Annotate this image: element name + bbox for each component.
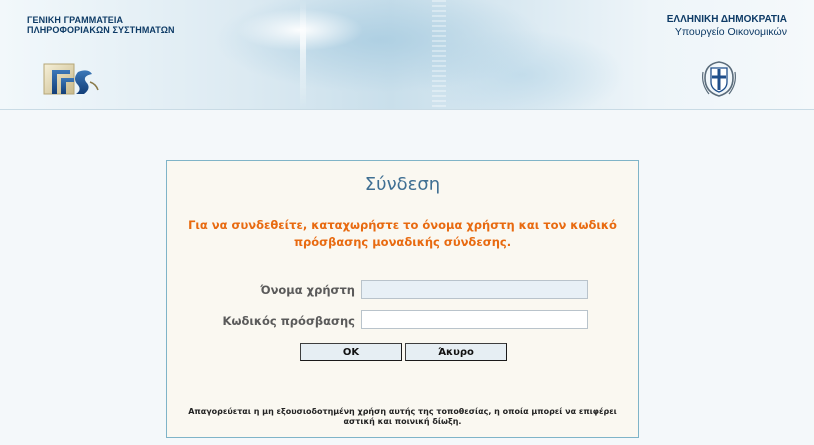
republic-title-line2: Υπουργείο Οικονομικών [674,26,787,38]
greek-coat-of-arms-icon [702,61,736,97]
login-page: ΓΕΝΙΚΗ ΓΡΑΜΜΑΤΕΙΑ ΠΛΗΡΟΦΟΡΙΑΚΩΝ ΣΥΣΤΗΜΑΤ… [0,0,814,445]
password-input[interactable] [361,310,588,329]
cancel-button[interactable]: Άκυρο [405,343,507,361]
gsis-title-line1: ΓΕΝΙΚΗ ΓΡΑΜΜΑΤΕΙΑ [27,15,124,25]
gsis-logo-icon [43,63,99,95]
username-input[interactable] [361,280,588,299]
banner-light-streak [300,0,306,109]
republic-title: ΕΛΛΗΝΙΚΗ ΔΗΜΟΚΡΑΤΙΑ Υπουργείο Οικονομικώ… [667,14,787,39]
login-title: Σύνδεση [364,174,441,195]
password-label: Κωδικός πρόσβασης [222,314,355,328]
ok-button[interactable]: OK [300,343,402,361]
login-panel: Σύνδεση Για να συνδεθείτε, καταχωρήστε τ… [166,160,639,438]
gsis-title-line2: ΠΛΗΡΟΦΟΡΙΑΚΩΝ ΣΥΣΤΗΜΑΤΩΝ [27,25,175,35]
banner-pattern-streak [432,0,446,109]
legal-notice: Απαγορεύεται η μη εξουσιοδοτημένη χρήση … [188,407,617,426]
republic-title-line1: ΕΛΛΗΝΙΚΗ ΔΗΜΟΚΡΑΤΙΑ [666,14,787,25]
username-label: Όνομα χρήστη [260,283,355,297]
header-banner: ΓΕΝΙΚΗ ΓΡΑΜΜΑΤΕΙΑ ΠΛΗΡΟΦΟΡΙΑΚΩΝ ΣΥΣΤΗΜΑΤ… [0,0,814,110]
login-instructions: Για να συνδεθείτε, καταχωρήστε το όνομα … [188,218,617,249]
gsis-title: ΓΕΝΙΚΗ ΓΡΑΜΜΑΤΕΙΑ ΠΛΗΡΟΦΟΡΙΑΚΩΝ ΣΥΣΤΗΜΑΤ… [27,15,175,35]
